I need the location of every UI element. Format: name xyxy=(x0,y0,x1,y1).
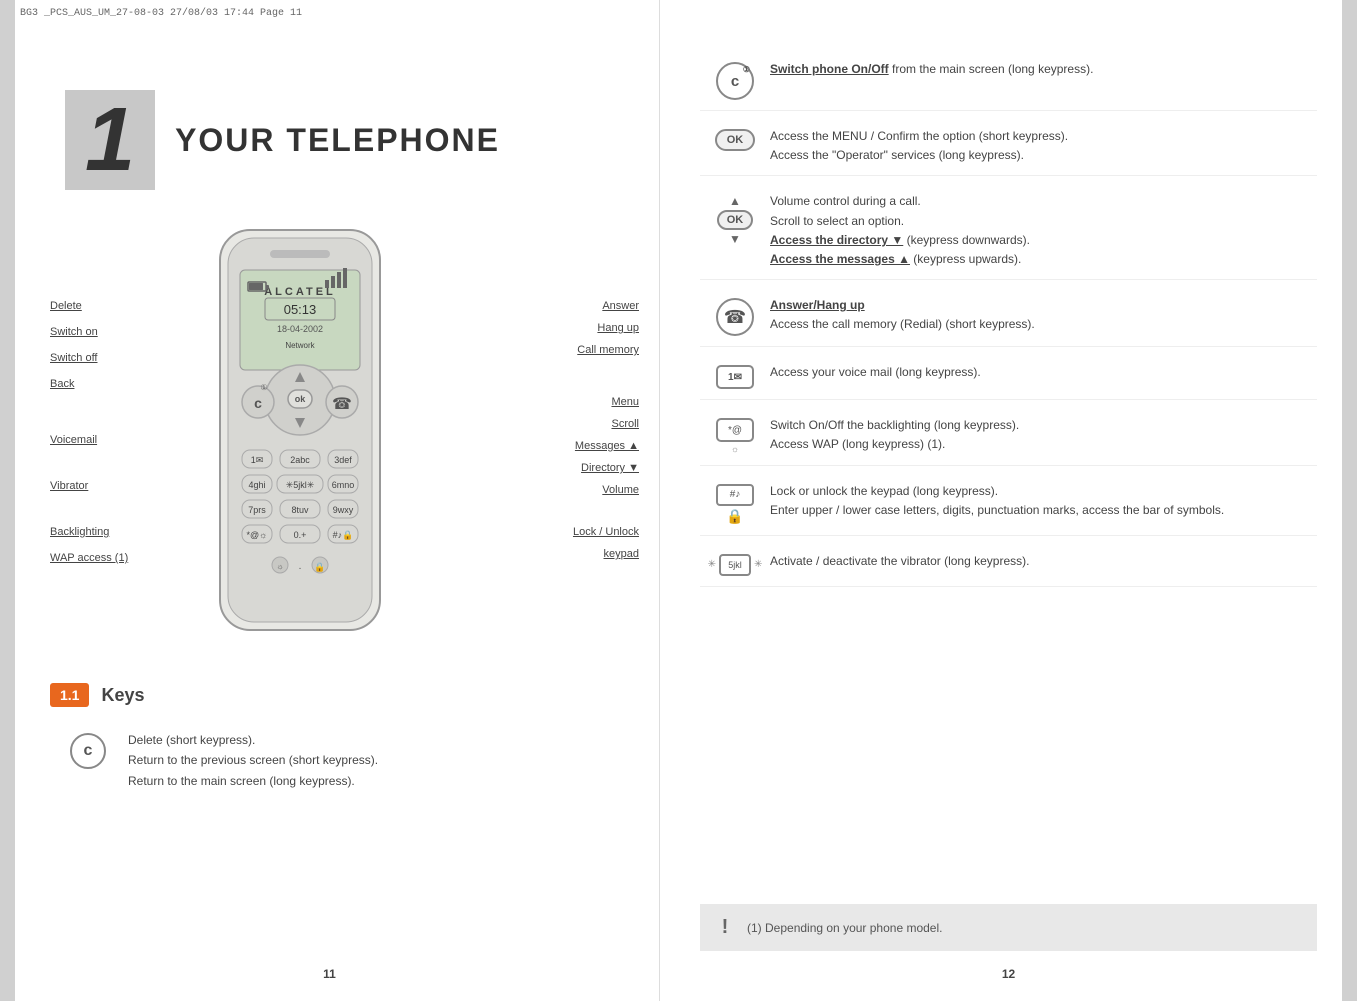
right-page: ① c Switch phone On/Off from the main sc… xyxy=(660,0,1357,1001)
note-box: ! (1) Depending on your phone model. xyxy=(700,904,1317,951)
label-menu: Menu xyxy=(573,396,639,408)
label-lock-unlock: Lock / Unlock xyxy=(573,526,639,538)
key-text-vibrator: Activate / deactivate the vibrator (long… xyxy=(770,552,1317,571)
key-text-ok-menu: Access the MENU / Confirm the option (sh… xyxy=(770,127,1317,165)
key-icon-c-circle: ① c xyxy=(700,60,770,100)
svg-text:0.+: 0.+ xyxy=(294,530,307,540)
label-voicemail: Voicemail xyxy=(50,434,128,446)
label-wap: WAP access (1) xyxy=(50,552,128,564)
key-row-power: ① c Switch phone On/Off from the main sc… xyxy=(700,60,1317,111)
key-icon-voicemail: 1✉ xyxy=(700,363,770,389)
key-icon-answer: ☎ xyxy=(700,296,770,336)
label-hang-up: Hang up xyxy=(573,322,639,334)
left-margin-bar xyxy=(0,0,15,1001)
svg-text:☎: ☎ xyxy=(332,396,352,413)
key-text-voicemail: Access your voice mail (long keypress). xyxy=(770,363,1317,382)
right-margin-bar xyxy=(1342,0,1357,1001)
key-text-backlight: Switch On/Off the backlighting (long key… xyxy=(770,416,1317,454)
left-page: BG3 _PCS_AUS_UM_27-08-03 27/08/03 17:44 … xyxy=(0,0,660,1001)
c-key-icon: c xyxy=(70,733,106,769)
label-delete: Delete xyxy=(50,300,128,312)
label-call-memory: Call memory xyxy=(573,344,639,356)
section-badge: 1.1 xyxy=(50,683,89,707)
key-c-description: Delete (short keypress). Return to the p… xyxy=(128,730,378,791)
key-text-power: Switch phone On/Off from the main screen… xyxy=(770,60,1317,79)
key-row-vibrator: ✳ 5jkl ✳ Activate / deactivate the vibra… xyxy=(700,552,1317,587)
svg-text:Network: Network xyxy=(285,341,315,350)
svg-text:18-04-2002: 18-04-2002 xyxy=(277,324,323,334)
key-row-ok-menu: OK Access the MENU / Confirm the option … xyxy=(700,127,1317,176)
key-row-answer: ☎ Answer/Hang up Access the call memory … xyxy=(700,296,1317,347)
key-row-backlight: *@ ☼ Switch On/Off the backlighting (lon… xyxy=(700,416,1317,465)
note-text: (1) Depending on your phone model. xyxy=(747,921,942,935)
key-text-hash: Lock or unlock the keypad (long keypress… xyxy=(770,482,1317,520)
phone-illustration: ALCATEL 05:13 18-04-2002 xyxy=(180,220,420,650)
chapter-title: YOUR TELEPHONE xyxy=(175,122,500,159)
key-icon-star-at: *@ ☼ xyxy=(700,416,770,454)
key-text-answer: Answer/Hang up Access the call memory (R… xyxy=(770,296,1317,334)
svg-text:*@☼: *@☼ xyxy=(247,530,268,540)
section-title: Keys xyxy=(101,685,144,706)
key-icon-ok-arrows: ▲ OK ▼ xyxy=(700,192,770,246)
svg-text:3def: 3def xyxy=(334,455,352,465)
svg-text:7prs: 7prs xyxy=(248,505,266,515)
key-row-ok-arrows: ▲ OK ▼ Volume control during a call. Scr… xyxy=(700,192,1317,280)
page-number-left: 11 xyxy=(323,967,336,981)
svg-text:🔒: 🔒 xyxy=(314,562,325,572)
label-switch-off: Switch off xyxy=(50,352,128,364)
key-text-ok-arrows: Volume control during a call. Scroll to … xyxy=(770,192,1317,269)
svg-text:✳5jkl✳: ✳5jkl✳ xyxy=(286,480,315,490)
label-keypad: keypad xyxy=(573,548,639,560)
svg-text:1✉: 1✉ xyxy=(251,455,264,465)
label-back: Back xyxy=(50,378,128,390)
svg-text:c: c xyxy=(254,395,262,411)
label-answer: Answer xyxy=(573,300,639,312)
label-messages: Messages ▲ xyxy=(573,440,639,452)
page-number-right: 12 xyxy=(1002,967,1015,981)
svg-text:.: . xyxy=(299,561,302,572)
svg-text:05:13: 05:13 xyxy=(284,302,317,317)
svg-text:①: ① xyxy=(260,383,267,392)
label-volume: Volume xyxy=(573,484,639,496)
key-icon-hash: #♪ 🔒 xyxy=(700,482,770,525)
svg-text:4ghi: 4ghi xyxy=(248,480,265,490)
svg-text:2abc: 2abc xyxy=(290,455,310,465)
label-switch-on: Switch on xyxy=(50,326,128,338)
label-scroll: Scroll xyxy=(573,418,639,430)
note-exclamation-icon: ! xyxy=(715,916,735,939)
key-icon-vibrator: ✳ 5jkl ✳ xyxy=(700,552,770,576)
key-row-voicemail: 1✉ Access your voice mail (long keypress… xyxy=(700,363,1317,400)
svg-text:8tuv: 8tuv xyxy=(291,505,309,515)
label-vibrator: Vibrator xyxy=(50,480,128,492)
file-metadata: BG3 _PCS_AUS_UM_27-08-03 27/08/03 17:44 … xyxy=(20,8,302,19)
svg-text:#♪🔒: #♪🔒 xyxy=(333,530,354,540)
key-icon-ok: OK xyxy=(700,127,770,151)
svg-text:6mno: 6mno xyxy=(332,480,355,490)
svg-text:9wxy: 9wxy xyxy=(333,505,354,515)
label-directory: Directory ▼ xyxy=(573,462,639,474)
key-row-hash: #♪ 🔒 Lock or unlock the keypad (long key… xyxy=(700,482,1317,536)
chapter-number: 1 xyxy=(65,90,155,190)
label-backlighting: Backlighting xyxy=(50,526,128,538)
svg-text:ok: ok xyxy=(295,394,306,404)
svg-text:☼: ☼ xyxy=(276,562,283,571)
